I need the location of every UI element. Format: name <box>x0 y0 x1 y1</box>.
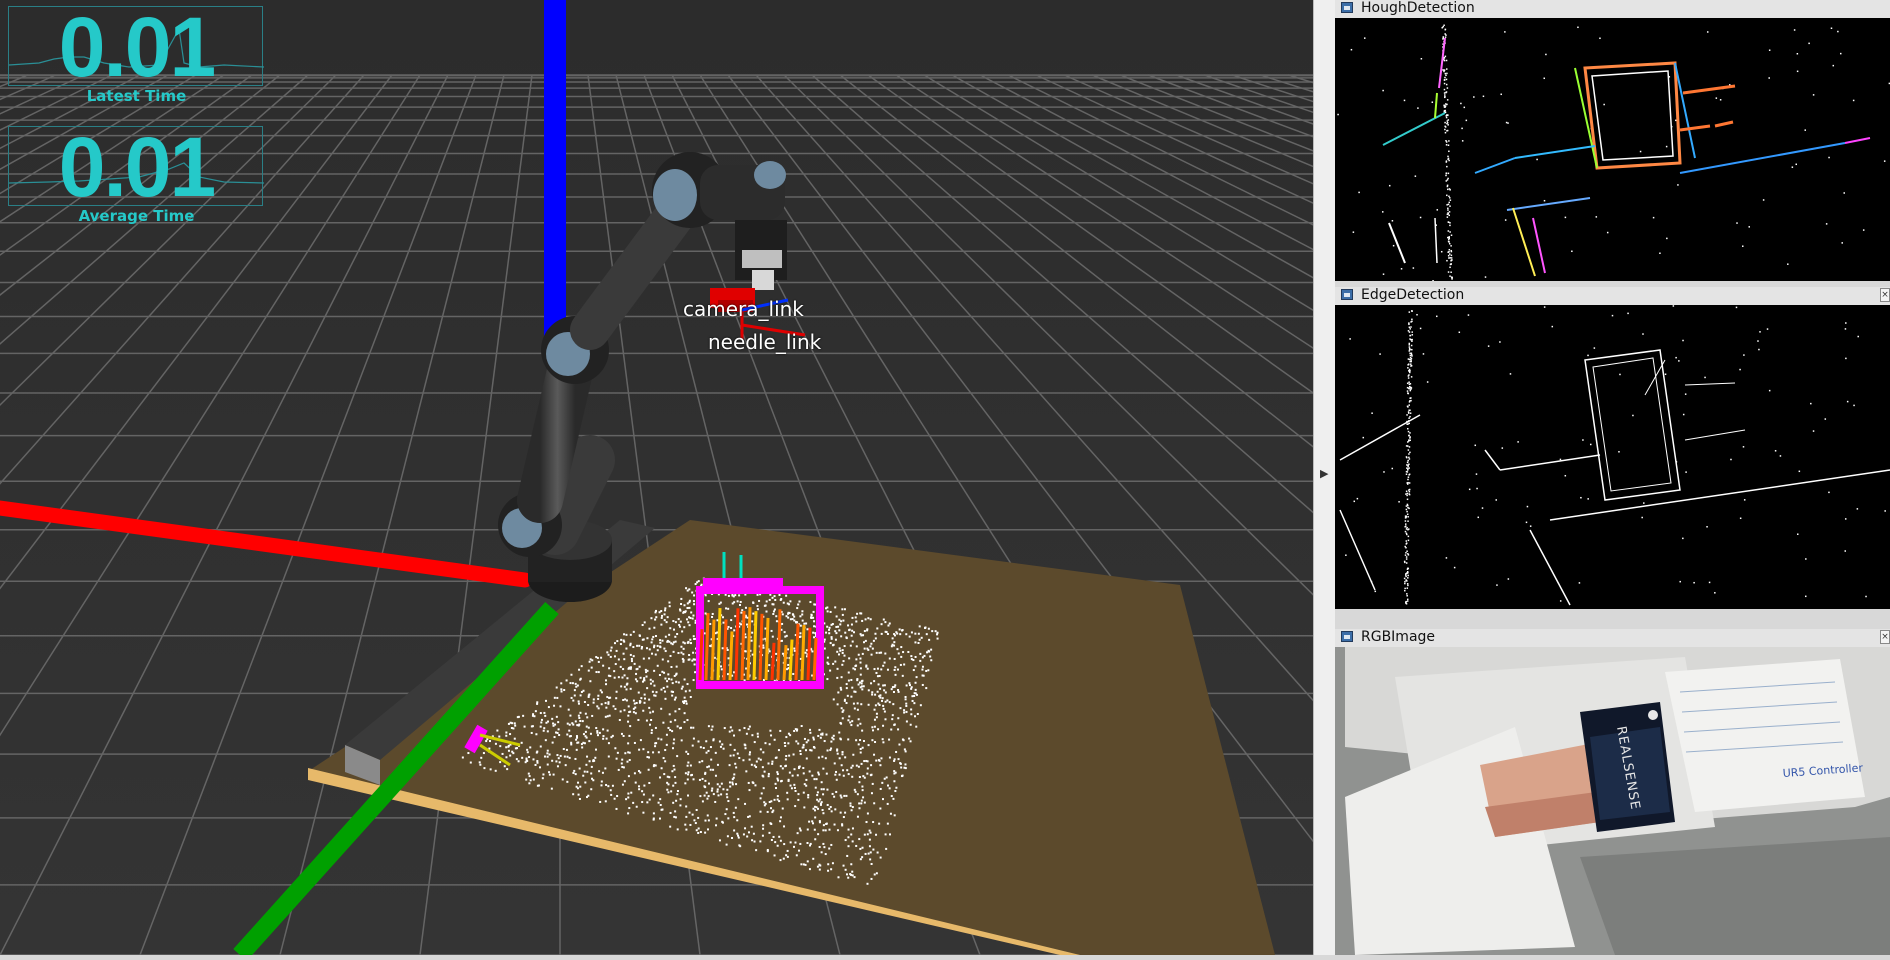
window-icon <box>1341 2 1353 13</box>
edge-detection-titlebar[interactable]: EdgeDetection × <box>1335 287 1890 306</box>
panel-title: EdgeDetection <box>1361 287 1465 303</box>
latest-time-value: 0.01 <box>58 0 217 94</box>
rgb-camera-image: UR5 Controller REALSENSE <box>1335 647 1890 955</box>
panel-splitter[interactable]: ▶ <box>1313 0 1335 955</box>
window-icon <box>1341 289 1353 300</box>
hough-detection-panel: HoughDetection <box>1335 0 1890 283</box>
rgb-image-panel: RGBImage × UR5 Controller REALSENSE <box>1335 629 1890 955</box>
panel-title: RGBImage <box>1361 629 1436 645</box>
close-icon[interactable]: × <box>1880 630 1890 644</box>
latest-time-overlay: 0.01 Latest Time <box>8 0 264 105</box>
hough-lines-render <box>1337 24 1890 281</box>
needle-link-label: needle_link <box>708 330 822 354</box>
hough-detection-image <box>1335 18 1890 281</box>
hough-detection-titlebar[interactable]: HoughDetection <box>1335 0 1890 19</box>
z-axis <box>544 0 566 345</box>
average-time-label: Average Time <box>78 207 195 225</box>
rgb-scene-render: UR5 Controller REALSENSE <box>1335 647 1890 955</box>
edge-detection-image <box>1335 305 1890 609</box>
collapse-arrow-icon[interactable]: ▶ <box>1320 467 1328 480</box>
rgb-image-titlebar[interactable]: RGBImage × <box>1335 629 1890 648</box>
close-icon[interactable]: × <box>1880 288 1890 302</box>
panel-title: HoughDetection <box>1361 0 1475 16</box>
camera-link-label: camera_link <box>683 297 804 321</box>
edge-detection-panel: EdgeDetection × <box>1335 287 1890 623</box>
edge-map-render <box>1339 305 1890 609</box>
3d-viewport[interactable]: camera_link needle_link 0.01 Latest Time… <box>0 0 1313 955</box>
average-time-value: 0.01 <box>58 120 217 214</box>
latest-time-label: Latest Time <box>86 87 187 105</box>
window-icon <box>1341 631 1353 642</box>
average-time-overlay: 0.01 Average Time <box>8 120 264 225</box>
